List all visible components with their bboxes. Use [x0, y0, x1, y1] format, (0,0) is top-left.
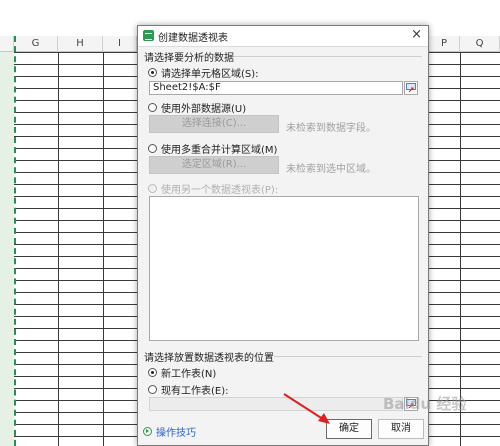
- radio-multi-range[interactable]: [148, 144, 157, 153]
- no-region-hint: 未检索到选中区域。: [286, 164, 376, 175]
- option-external[interactable]: 使用外部数据源(U): [148, 100, 246, 115]
- radio-range[interactable]: [148, 68, 157, 77]
- grid-column-line: [103, 52, 104, 446]
- range-input[interactable]: Sheet2!$A:$F: [149, 81, 403, 95]
- pivot-table-app-icon: [143, 30, 154, 41]
- choose-connection-button[interactable]: 选择连接(C)...: [149, 115, 279, 133]
- divider: [234, 56, 422, 57]
- column-header-h[interactable]: H: [58, 36, 103, 52]
- cancel-button[interactable]: 取消: [378, 419, 424, 439]
- option-multi-label: 使用多重合并计算区域(M): [161, 145, 278, 156]
- section-data-label: 请选择要分析的数据: [144, 53, 234, 64]
- play-circle-icon: [143, 427, 152, 436]
- option-other-pivot[interactable]: 使用另一个数据透视表(P):: [148, 181, 278, 196]
- dialog-titlebar[interactable]: 创建数据透视表 ×: [138, 26, 428, 47]
- option-multi-range[interactable]: 使用多重合并计算区域(M): [148, 141, 277, 156]
- close-icon[interactable]: ×: [411, 27, 422, 42]
- tips-label: 操作技巧: [156, 428, 196, 439]
- choose-region-button[interactable]: 选定区域(R)...: [149, 156, 279, 174]
- selection-marquee: [14, 36, 16, 446]
- dialog-title: 创建数据透视表: [158, 33, 228, 44]
- section-location-label: 请选择放置数据透视表的位置: [144, 353, 274, 364]
- watermark: Baidu 经验: [383, 395, 467, 413]
- radio-external[interactable]: [148, 103, 157, 112]
- create-pivot-table-dialog: 创建数据透视表 × 请选择要分析的数据 请选择单元格区域(S): Sheet2!…: [137, 25, 429, 446]
- option-existing-sheet-label: 现有工作表(E):: [161, 386, 229, 397]
- tips-link[interactable]: 操作技巧: [143, 424, 196, 439]
- column-header-q[interactable]: Q: [460, 36, 500, 52]
- option-range-label: 请选择单元格区域(S):: [161, 69, 259, 80]
- grid-column-line: [58, 52, 59, 446]
- grid-column-line: [460, 52, 461, 446]
- selected-column-highlight: [0, 52, 14, 446]
- radio-new-sheet[interactable]: [148, 368, 157, 377]
- ok-button[interactable]: 确定: [326, 419, 372, 439]
- column-header-blank: [0, 36, 14, 52]
- pivot-table-list[interactable]: [149, 196, 419, 341]
- option-existing-sheet[interactable]: 现有工作表(E):: [148, 382, 229, 397]
- column-header-i[interactable]: I: [103, 36, 137, 52]
- divider: [274, 356, 422, 357]
- column-header-g[interactable]: G: [14, 36, 58, 52]
- existing-sheet-input[interactable]: [149, 397, 403, 411]
- option-new-sheet[interactable]: 新工作表(N): [148, 365, 216, 380]
- option-range[interactable]: 请选择单元格区域(S):: [148, 65, 259, 80]
- no-field-hint: 未检索到数据字段。: [286, 123, 376, 134]
- column-header-p[interactable]: P: [429, 36, 460, 52]
- range-picker-button[interactable]: [404, 81, 418, 95]
- option-other-pivot-label: 使用另一个数据透视表(P):: [161, 185, 279, 196]
- option-new-sheet-label: 新工作表(N): [161, 369, 217, 380]
- option-external-label: 使用外部数据源(U): [161, 104, 247, 115]
- range-picker-icon: [406, 83, 416, 93]
- radio-other-pivot[interactable]: [148, 184, 157, 193]
- radio-existing-sheet[interactable]: [148, 385, 157, 394]
